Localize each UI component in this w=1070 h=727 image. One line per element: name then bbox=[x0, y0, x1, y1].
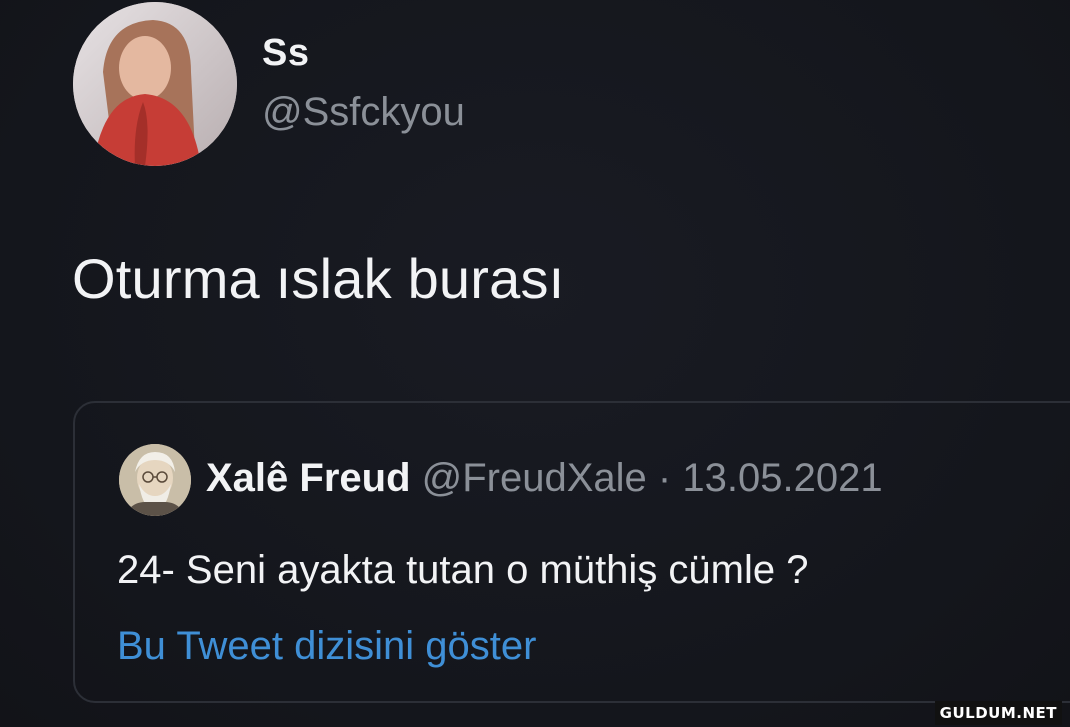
quoted-tweet-header: Xalê Freud @FreudXale · 13.05.2021 bbox=[206, 456, 883, 501]
show-thread-link[interactable]: Bu Tweet dizisini göster bbox=[117, 624, 536, 669]
quoted-avatar[interactable] bbox=[119, 444, 191, 516]
quoted-tweet-text: 24- Seni ayakta tutan o müthiş cümle ? bbox=[117, 548, 809, 592]
watermark: GULDUM.NET bbox=[934, 701, 1062, 725]
profile-photo-icon bbox=[73, 2, 237, 166]
separator-dot: · bbox=[657, 456, 672, 500]
quoted-user-handle[interactable]: @FreudXale bbox=[422, 456, 647, 500]
tweet-text: Oturma ıslak burası bbox=[72, 247, 565, 310]
profile-photo-icon bbox=[119, 444, 191, 516]
user-handle[interactable]: @Ssfckyou bbox=[262, 90, 465, 135]
tweet-screenshot: Ss @Ssfckyou Oturma ıslak burası Xalê Fr… bbox=[0, 0, 1070, 727]
display-name[interactable]: Ss bbox=[262, 32, 309, 75]
quoted-display-name[interactable]: Xalê Freud bbox=[206, 456, 411, 500]
avatar[interactable] bbox=[73, 2, 237, 166]
quoted-tweet-date[interactable]: 13.05.2021 bbox=[682, 456, 882, 500]
